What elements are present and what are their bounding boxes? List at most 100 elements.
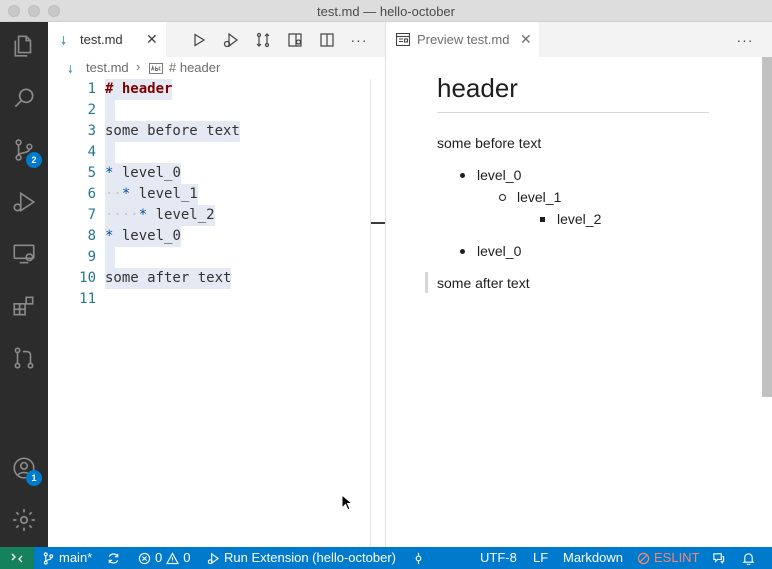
line-number: 7 — [87, 207, 96, 223]
run-debug-icon[interactable] — [10, 188, 38, 216]
more-actions-icon[interactable]: ··· — [350, 31, 368, 49]
breadcrumb-file[interactable]: test.md — [86, 60, 129, 75]
error-icon — [138, 552, 151, 564]
sync-icon — [108, 552, 119, 564]
preview-tab-bar: Preview test.md ✕ ··· — [386, 22, 772, 57]
line-number: 5 — [87, 165, 96, 181]
mouse-cursor-icon — [341, 494, 353, 511]
preview-more-actions-icon[interactable]: ··· — [736, 31, 754, 49]
open-preview-side-icon[interactable] — [286, 31, 304, 49]
title-bar: test.md — hello-october — [0, 0, 772, 22]
sync-button[interactable] — [107, 547, 120, 569]
accounts-badge: 1 — [26, 470, 42, 486]
code-line-heading: # header — [105, 79, 173, 100]
notifications-button[interactable] — [742, 547, 755, 569]
eslint-label: ESLINT — [654, 550, 700, 565]
branch-indicator[interactable]: main* — [42, 547, 92, 569]
line-number: 2 — [87, 102, 96, 118]
source-control-icon[interactable]: 2 — [10, 136, 42, 168]
code-line-text: some before text — [105, 121, 240, 142]
search-icon[interactable] — [10, 84, 38, 112]
explorer-icon[interactable] — [10, 32, 38, 60]
bell-icon — [742, 552, 755, 565]
code-line-empty — [105, 100, 115, 121]
code-line-empty — [105, 247, 115, 268]
accounts-icon[interactable]: 1 — [10, 454, 42, 486]
breadcrumb: 🠗 test.md › # header — [48, 57, 385, 79]
eslint-status[interactable]: ESLINT — [637, 547, 700, 569]
feedback-button[interactable] — [712, 547, 725, 569]
run-extension-button[interactable]: Run Extension (hello-october) — [207, 547, 396, 569]
source-control-badge: 2 — [26, 152, 42, 168]
code-line-list-item: ··* level_1 — [105, 184, 198, 205]
problems-indicator[interactable]: 0 0 — [138, 547, 190, 569]
line-number: 10 — [79, 270, 96, 286]
markdown-file-icon: 🠗 — [61, 34, 67, 48]
error-count: 0 — [155, 550, 163, 565]
pull-requests-icon[interactable] — [10, 344, 38, 372]
code-editor[interactable]: 1 2 3 4 5 6 7 8 9 10 11 # header some be… — [48, 79, 385, 547]
preview-scrollbar[interactable] — [762, 57, 772, 397]
line-number: 4 — [87, 144, 96, 160]
preview-icon — [395, 32, 411, 49]
bullet-square — [540, 217, 545, 222]
line-number: 1 — [87, 81, 96, 97]
branch-name: main* — [59, 550, 93, 565]
preview-paragraph-before: some before text — [437, 135, 542, 151]
window-title: test.md — hello-october — [316, 4, 455, 19]
compare-changes-icon[interactable] — [254, 31, 272, 49]
tab-preview-test-md[interactable]: Preview test.md ✕ — [386, 22, 539, 57]
editor-tab-bar: 🠗 test.md ✕ ··· — [48, 22, 385, 57]
close-tab-icon[interactable]: ✕ — [146, 31, 158, 48]
bullet-disc — [460, 173, 465, 178]
preview-heading: header — [437, 73, 518, 103]
debug-icon — [207, 552, 220, 564]
bullet-circle — [499, 194, 506, 201]
preview-list-item: level_1 — [517, 189, 562, 205]
preview-list-item: level_2 — [557, 211, 602, 227]
markdown-file-icon: 🠗 — [68, 64, 73, 76]
tab-test-md[interactable]: 🠗 test.md ✕ — [48, 22, 166, 57]
encoding-selector[interactable]: UTF-8 — [480, 547, 517, 569]
bullet-disc — [460, 249, 465, 254]
tab-label: test.md — [80, 32, 123, 47]
code-line-list-item: * level_0 — [105, 226, 181, 247]
preview-list-item: level_0 — [477, 243, 522, 259]
line-number: 3 — [87, 123, 96, 139]
language-mode-selector[interactable]: Markdown — [563, 547, 623, 569]
run-icon[interactable] — [190, 31, 208, 49]
split-editor-icon[interactable] — [318, 31, 336, 49]
preview-list-item: level_0 — [477, 167, 522, 183]
git-branch-icon — [43, 551, 54, 565]
preview-tab-label: Preview test.md — [417, 32, 510, 47]
extensions-icon[interactable] — [10, 292, 38, 320]
manage-gear-icon[interactable] — [10, 506, 38, 534]
commit-icon — [415, 552, 422, 564]
code-line-empty — [105, 142, 115, 163]
eol-selector[interactable]: LF — [533, 547, 548, 569]
remote-explorer-icon[interactable] — [10, 240, 38, 268]
code-line-list-item: ····* level_2 — [105, 205, 215, 226]
close-preview-tab-icon[interactable]: ✕ — [520, 31, 532, 48]
remote-indicator[interactable] — [0, 547, 34, 569]
prohibited-icon — [637, 552, 650, 564]
warning-count: 0 — [183, 550, 191, 565]
code-line-list-item: * level_0 — [105, 163, 181, 184]
feedback-icon — [713, 552, 725, 564]
preview-paragraph-after: some after text — [437, 275, 530, 291]
chevron-right-icon: › — [136, 59, 141, 74]
line-number: 9 — [87, 249, 96, 265]
remote-icon — [11, 553, 23, 563]
markdown-preview: header some before text level_0 level_1 … — [386, 57, 772, 547]
debug-run-icon[interactable] — [222, 31, 240, 49]
line-number: 11 — [79, 291, 96, 307]
breadcrumb-symbol[interactable]: # header — [169, 60, 220, 75]
run-extension-label: Run Extension (hello-october) — [224, 550, 396, 565]
minimap-divider — [370, 79, 371, 547]
live-share-button[interactable] — [412, 547, 425, 569]
line-number: 8 — [87, 228, 96, 244]
activity-bar: 2 1 — [0, 22, 48, 547]
code-line-text: some after text — [105, 268, 232, 289]
minimap-viewport-marker[interactable] — [371, 222, 385, 224]
status-bar: main* 0 0 Run Extension (hello-october) … — [0, 547, 772, 569]
